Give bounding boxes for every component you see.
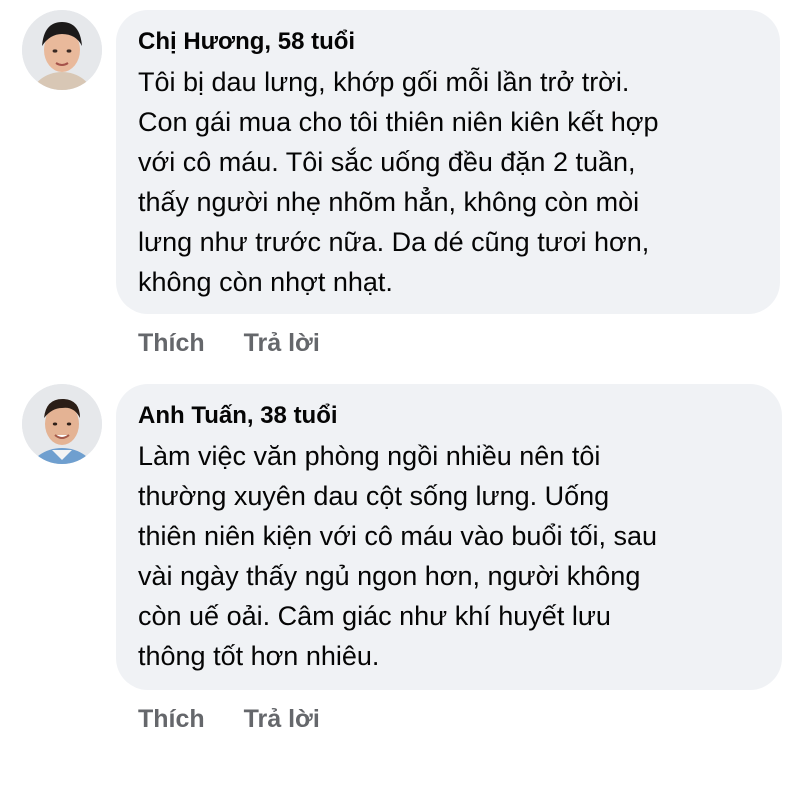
comment-text-line: với cô máu. Tôi sắc uống đều đặn 2 tuần, [138,147,636,177]
comment-text-line: thường xuyên dau cột sống lưng. Uống [138,481,610,511]
comment-actions: Thích Trả lời [138,704,352,734]
like-button[interactable]: Thích [138,329,205,357]
like-button[interactable]: Thích [138,705,205,733]
comment-text-line: vài ngày thấy ngủ ngon hơn, người không [138,561,641,591]
comment-actions: Thích Trả lời [138,328,352,358]
comment-bubble: Anh Tuấn, 38 tuổi Làm việc văn phòng ngồ… [116,384,782,690]
comment-text-line: Tôi bị dau lưng, khớp gối mỗi lần trở tr… [138,67,630,97]
comment-text: Tôi bị dau lưng, khớp gối mỗi lần trở tr… [138,62,756,302]
comment-bubble: Chị Hương, 58 tuổi Tôi bị dau lưng, khớp… [116,10,780,314]
comment-author[interactable]: Anh Tuấn, 38 tuổi [138,402,758,430]
comment-author[interactable]: Chị Hương, 58 tuổi [138,28,756,56]
comment-text-line: còn uế oải. Câm giác như khí huyết lưu [138,601,611,631]
comment-text-line: Con gái mua cho tôi thiên niên kiên kết … [138,107,659,137]
comment-text-line: thông tốt hơn nhiêu. [138,641,380,671]
reply-button[interactable]: Trả lời [244,329,320,357]
comment-text-line: thiên niên kiện với cô máu vào buổi tối,… [138,521,658,551]
man-avatar-icon[interactable] [22,384,102,464]
comment-text-line: thấy người nhẹ nhõm hẳn, không còn mòi [138,187,640,217]
comment-text: Làm việc văn phòng ngồi nhiều nên tôi th… [138,436,758,676]
woman-avatar-icon[interactable] [22,10,102,90]
comment-text-line: lưng như trước nữa. Da dé cũng tươi hơn, [138,227,650,257]
reply-button[interactable]: Trả lời [244,705,320,733]
comment-text-line: Làm việc văn phòng ngồi nhiều nên tôi [138,441,601,471]
comment-text-line: không còn nhợt nhạt. [138,267,393,297]
